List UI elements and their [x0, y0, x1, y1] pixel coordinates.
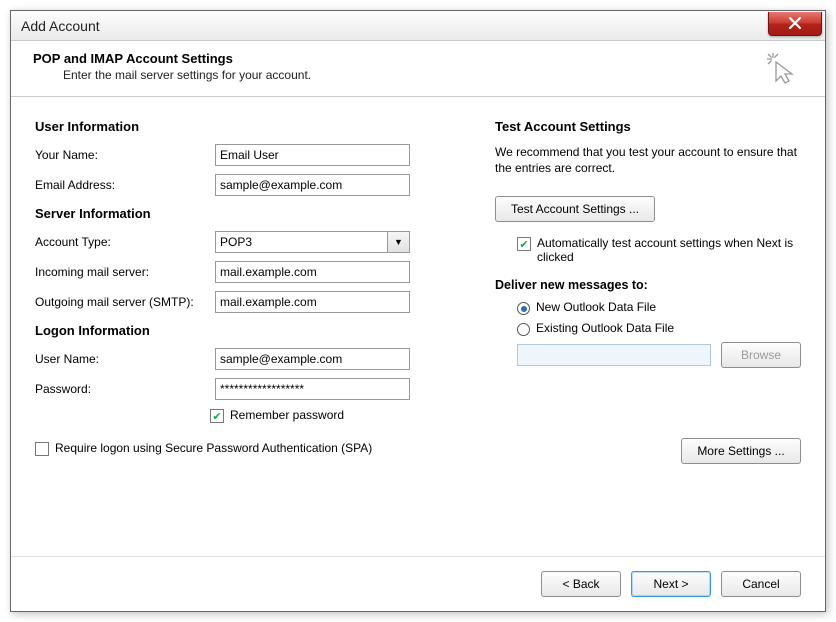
your-name-input[interactable]	[215, 144, 410, 166]
checkmark-icon: ✔	[210, 409, 224, 423]
your-name-label: Your Name:	[35, 148, 215, 162]
user-info-heading: User Information	[35, 119, 465, 134]
window-title: Add Account	[21, 18, 100, 34]
existing-file-row: Browse	[517, 342, 801, 368]
existing-data-file-radio[interactable]: Existing Outlook Data File	[517, 321, 801, 336]
close-button[interactable]	[768, 12, 822, 36]
outgoing-server-label: Outgoing mail server (SMTP):	[35, 295, 215, 309]
auto-test-checkbox[interactable]: ✔ Automatically test account settings wh…	[517, 236, 801, 264]
test-account-settings-button[interactable]: Test Account Settings ...	[495, 196, 655, 222]
close-icon	[788, 17, 802, 29]
more-settings-button[interactable]: More Settings ...	[681, 438, 801, 464]
header-subtitle: Enter the mail server settings for your …	[63, 68, 803, 82]
password-label: Password:	[35, 382, 215, 396]
content-area: User Information Your Name: Email Addres…	[11, 97, 825, 556]
logon-info-heading: Logon Information	[35, 323, 465, 338]
server-info-heading: Server Information	[35, 206, 465, 221]
email-input[interactable]	[215, 174, 410, 196]
new-data-file-label: New Outlook Data File	[536, 300, 656, 314]
incoming-server-label: Incoming mail server:	[35, 265, 215, 279]
incoming-server-input[interactable]	[215, 261, 410, 283]
email-label: Email Address:	[35, 178, 215, 192]
left-column: User Information Your Name: Email Addres…	[35, 117, 465, 556]
radio-unselected-icon	[517, 323, 530, 336]
account-type-label: Account Type:	[35, 235, 215, 249]
new-data-file-radio[interactable]: New Outlook Data File	[517, 300, 801, 315]
radio-selected-icon	[517, 302, 530, 315]
test-settings-heading: Test Account Settings	[495, 119, 801, 134]
footer-buttons: < Back Next > Cancel	[11, 556, 825, 611]
cursor-click-icon	[765, 51, 799, 88]
checkmark-icon: ✔	[517, 237, 531, 251]
test-settings-description: We recommend that you test your account …	[495, 144, 801, 176]
spa-label: Require logon using Secure Password Auth…	[55, 441, 372, 455]
deliver-heading: Deliver new messages to:	[495, 278, 801, 292]
title-bar: Add Account	[11, 11, 825, 41]
account-type-select[interactable]: POP3 ▼	[215, 231, 410, 253]
auto-test-label: Automatically test account settings when…	[537, 236, 801, 264]
existing-data-file-label: Existing Outlook Data File	[536, 321, 674, 335]
next-button[interactable]: Next >	[631, 571, 711, 597]
remember-password-label: Remember password	[230, 408, 344, 422]
username-input[interactable]	[215, 348, 410, 370]
header-panel: POP and IMAP Account Settings Enter the …	[11, 41, 825, 97]
outgoing-server-input[interactable]	[215, 291, 410, 313]
spa-checkbox[interactable]: Require logon using Secure Password Auth…	[35, 441, 465, 456]
chevron-down-icon: ▼	[387, 232, 409, 252]
browse-button: Browse	[721, 342, 801, 368]
checkbox-empty-icon	[35, 442, 49, 456]
right-column: Test Account Settings We recommend that …	[495, 117, 801, 556]
username-label: User Name:	[35, 352, 215, 366]
header-title: POP and IMAP Account Settings	[33, 51, 803, 66]
add-account-window: Add Account POP and IMAP Account Setting…	[10, 10, 826, 612]
cancel-button[interactable]: Cancel	[721, 571, 801, 597]
existing-file-path-input	[517, 344, 711, 366]
password-input[interactable]	[215, 378, 410, 400]
remember-password-checkbox[interactable]: ✔ Remember password	[210, 408, 465, 423]
account-type-value: POP3	[220, 235, 252, 249]
back-button[interactable]: < Back	[541, 571, 621, 597]
